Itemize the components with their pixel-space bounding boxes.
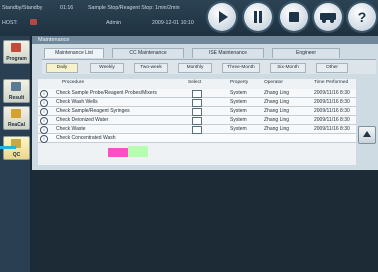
active-indicator: [0, 146, 16, 149]
lower-panel-area: [32, 170, 378, 272]
panel-title: Maintenance: [32, 36, 378, 44]
nav-result-label: Result: [8, 95, 25, 101]
info-icon[interactable]: i: [40, 125, 48, 134]
frequency-tabs: Daily Weekly Two-week Monthly Three-Mont…: [42, 59, 376, 74]
subtab-monthly[interactable]: Monthly: [178, 63, 212, 73]
procedure-cell: Check Wash Wells: [56, 99, 98, 105]
time-cell: 2009/11/16 8:30: [314, 99, 350, 105]
subtab-other[interactable]: Other: [316, 63, 348, 73]
table-row[interactable]: i Check Concentrated Wash: [38, 134, 356, 143]
tab-maintenance-list[interactable]: Maintenance List: [44, 48, 104, 58]
nav-reacal[interactable]: ReaCal: [3, 106, 30, 130]
truck-icon: [320, 13, 336, 23]
table-row[interactable]: i Check Sample Probe/Reagent Probes/Mixe…: [38, 89, 356, 98]
info-icon[interactable]: i: [40, 98, 48, 107]
operator-cell: Zhang Ling: [264, 99, 290, 105]
render-artifact: [108, 148, 128, 157]
procedure-cell: Check Sample/Reagent Syringes: [56, 108, 130, 114]
transport-button[interactable]: [314, 3, 342, 31]
table-row[interactable]: i Check Deionized Water System Zhang Lin…: [38, 116, 356, 125]
tab-engineer[interactable]: Engineer: [272, 48, 340, 58]
sample-status: Sample Stop/Reagent Stop: 1min/2min: [88, 5, 180, 11]
time-cell: 2009/11/16 8:30: [314, 126, 350, 132]
select-checkbox[interactable]: [192, 116, 202, 125]
col-property: Property: [230, 80, 249, 85]
select-checkbox[interactable]: [192, 98, 202, 107]
operator-cell: Zhang Ling: [264, 126, 290, 132]
svg-text:?: ?: [358, 9, 367, 25]
time-cell: 2009/11/16 8:30: [314, 117, 350, 123]
subtab-six-month[interactable]: Six-Month: [270, 63, 306, 73]
user-name: Admin: [106, 20, 122, 26]
select-checkbox[interactable]: [192, 89, 202, 98]
info-icon[interactable]: i: [40, 107, 48, 116]
tab-ise-maintenance[interactable]: ISE Maintenance: [192, 48, 264, 58]
table-row[interactable]: i Check Waste System Zhang Ling 2009/11/…: [38, 125, 356, 134]
play-icon: [219, 11, 228, 23]
table-header: Procedure Select Property Operator Time …: [38, 79, 356, 87]
operator-cell: Zhang Ling: [264, 117, 290, 123]
property-cell: System: [230, 117, 247, 123]
help-icon: ?: [358, 9, 367, 25]
pause-icon: [254, 11, 262, 23]
nav-qc-label: QC: [12, 152, 21, 158]
time-cell: 2009/11/16 8:30: [314, 108, 350, 114]
property-cell: System: [230, 90, 247, 96]
stop-button[interactable]: [280, 3, 308, 31]
nav-program[interactable]: Program: [3, 40, 30, 64]
col-time-performed: Time Performed: [314, 80, 349, 85]
procedure-cell: Check Waste: [56, 126, 86, 132]
subtab-daily[interactable]: Daily: [46, 63, 78, 73]
info-icon[interactable]: i: [40, 116, 48, 125]
time-remaining: 01:16: [60, 5, 74, 11]
top-status-bar: Standby/Standby 01:16 Sample Stop/Reagen…: [0, 0, 378, 36]
run-mode: Standby/Standby: [2, 5, 43, 11]
tab-cc-maintenance[interactable]: CC Maintenance: [112, 48, 184, 58]
result-icon: [11, 82, 21, 91]
operator-cell: Zhang Ling: [264, 90, 290, 96]
system-datetime: 2009-12-01 10:10: [152, 20, 194, 26]
start-button[interactable]: [208, 3, 236, 31]
host-label: HOST:: [2, 20, 18, 26]
stop-icon: [289, 12, 299, 22]
nav-program-label: Program: [6, 56, 27, 62]
col-procedure: Procedure: [62, 80, 85, 85]
help-button[interactable]: ?: [348, 3, 376, 31]
property-cell: System: [230, 108, 247, 114]
maintenance-table: Procedure Select Property Operator Time …: [38, 79, 356, 165]
alarm-icon[interactable]: [30, 19, 37, 25]
info-icon[interactable]: i: [40, 89, 48, 98]
property-cell: System: [230, 99, 247, 105]
left-navigation: Program Result ReaCal QC: [0, 36, 30, 272]
col-select: Select: [188, 80, 202, 85]
table-row[interactable]: i Check Sample/Reagent Syringes System Z…: [38, 107, 356, 116]
operator-cell: Zhang Ling: [264, 108, 290, 114]
scroll-up-button[interactable]: [358, 126, 376, 144]
procedure-cell: Check Deionized Water: [56, 117, 109, 123]
subtab-two-week[interactable]: Two-week: [134, 63, 168, 73]
select-checkbox[interactable]: [192, 125, 202, 134]
time-cell: 2009/11/16 8:30: [314, 90, 350, 96]
subtab-weekly[interactable]: Weekly: [90, 63, 124, 73]
chevron-up-icon: [363, 131, 371, 137]
nav-reacal-label: ReaCal: [8, 122, 25, 128]
nav-result[interactable]: Result: [3, 79, 30, 103]
property-cell: System: [230, 126, 247, 132]
select-checkbox[interactable]: [192, 107, 202, 116]
procedure-cell: Check Sample Probe/Reagent Probes/Mixers: [56, 90, 157, 96]
col-operator: Operator: [264, 80, 283, 85]
subtab-three-month[interactable]: Three-Month: [222, 63, 260, 73]
pause-button[interactable]: [244, 3, 272, 31]
info-icon[interactable]: i: [40, 134, 48, 143]
program-icon: [11, 43, 21, 52]
render-artifact: [128, 146, 148, 157]
procedure-cell: Check Concentrated Wash: [56, 135, 116, 141]
reagent-icon: [11, 109, 21, 118]
table-row[interactable]: i Check Wash Wells System Zhang Ling 200…: [38, 98, 356, 107]
